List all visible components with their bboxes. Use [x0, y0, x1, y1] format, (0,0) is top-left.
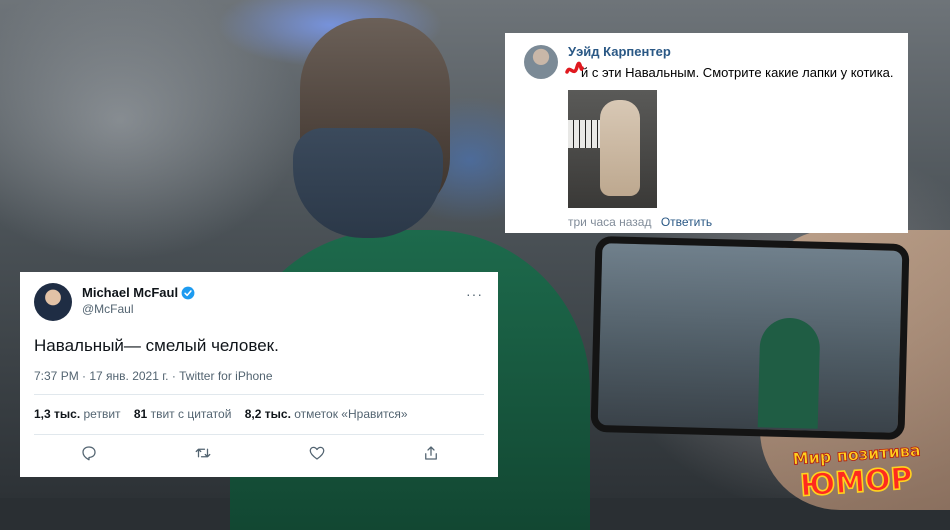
quote-label: твит с цитатой	[150, 407, 232, 421]
like-stat[interactable]: 8,2 тыс. отметок «Нравится»	[245, 407, 408, 421]
retweet-icon[interactable]	[194, 444, 212, 462]
tweet-text: Навальный— смелый человек.	[34, 336, 279, 355]
share-icon[interactable]	[422, 444, 440, 462]
quote-count: 81	[133, 407, 148, 421]
reply-icon[interactable]	[80, 444, 98, 462]
reply-link[interactable]: Ответить	[661, 215, 712, 229]
cat	[600, 100, 640, 196]
like-count: 8,2 тыс.	[244, 407, 291, 421]
like-label: отметок «Нравится»	[294, 407, 408, 421]
watermark-logo: Мир позитива ЮМОР	[792, 440, 922, 498]
divider	[34, 394, 484, 395]
phone-in-hand	[590, 235, 910, 441]
comment-text: й с эти Навальным. Смотрите какие лапки …	[568, 65, 894, 80]
tweet-card: Michael McFaul @McFaul ··· Навальный— см…	[20, 272, 498, 477]
comment-meta: три часа назад Ответить	[568, 215, 712, 229]
comment-text-body: й с эти Навальным. Смотрите какие лапки …	[581, 65, 894, 80]
more-options-icon[interactable]: ···	[466, 286, 483, 302]
author-handle[interactable]: @McFaul	[82, 302, 134, 316]
like-icon[interactable]	[308, 444, 326, 462]
tweet-actions	[80, 444, 440, 464]
verified-badge-icon	[181, 286, 195, 299]
quote-stat[interactable]: 81 твит с цитатой	[134, 407, 232, 421]
avatar[interactable]	[524, 45, 558, 79]
divider	[34, 434, 484, 435]
red-scribble-icon	[565, 61, 584, 74]
tweet-stats: 1,3 тыс. ретвит 81 твит с цитатой 8,2 ты…	[34, 407, 418, 421]
phone-screen-person	[757, 317, 821, 429]
tweet-author[interactable]: Michael McFaul	[82, 285, 195, 300]
comment-author[interactable]: Уэйд Карпентер	[568, 44, 671, 59]
vk-comment-card: Уэйд Карпентер й с эти Навальным. Смотри…	[505, 33, 908, 233]
author-name[interactable]: Michael McFaul	[82, 285, 178, 300]
retweet-count: 1,3 тыс.	[34, 407, 81, 421]
retweet-label: ретвит	[83, 407, 121, 421]
avatar[interactable]	[34, 283, 72, 321]
retweet-stat[interactable]: 1,3 тыс. ретвит	[34, 407, 121, 421]
comment-time[interactable]: три часа назад	[568, 215, 651, 229]
tweet-meta[interactable]: 7:37 PM · 17 янв. 2021 г. · Twitter for …	[34, 369, 273, 383]
face-mask	[293, 128, 443, 238]
cat-photo[interactable]	[568, 90, 657, 208]
